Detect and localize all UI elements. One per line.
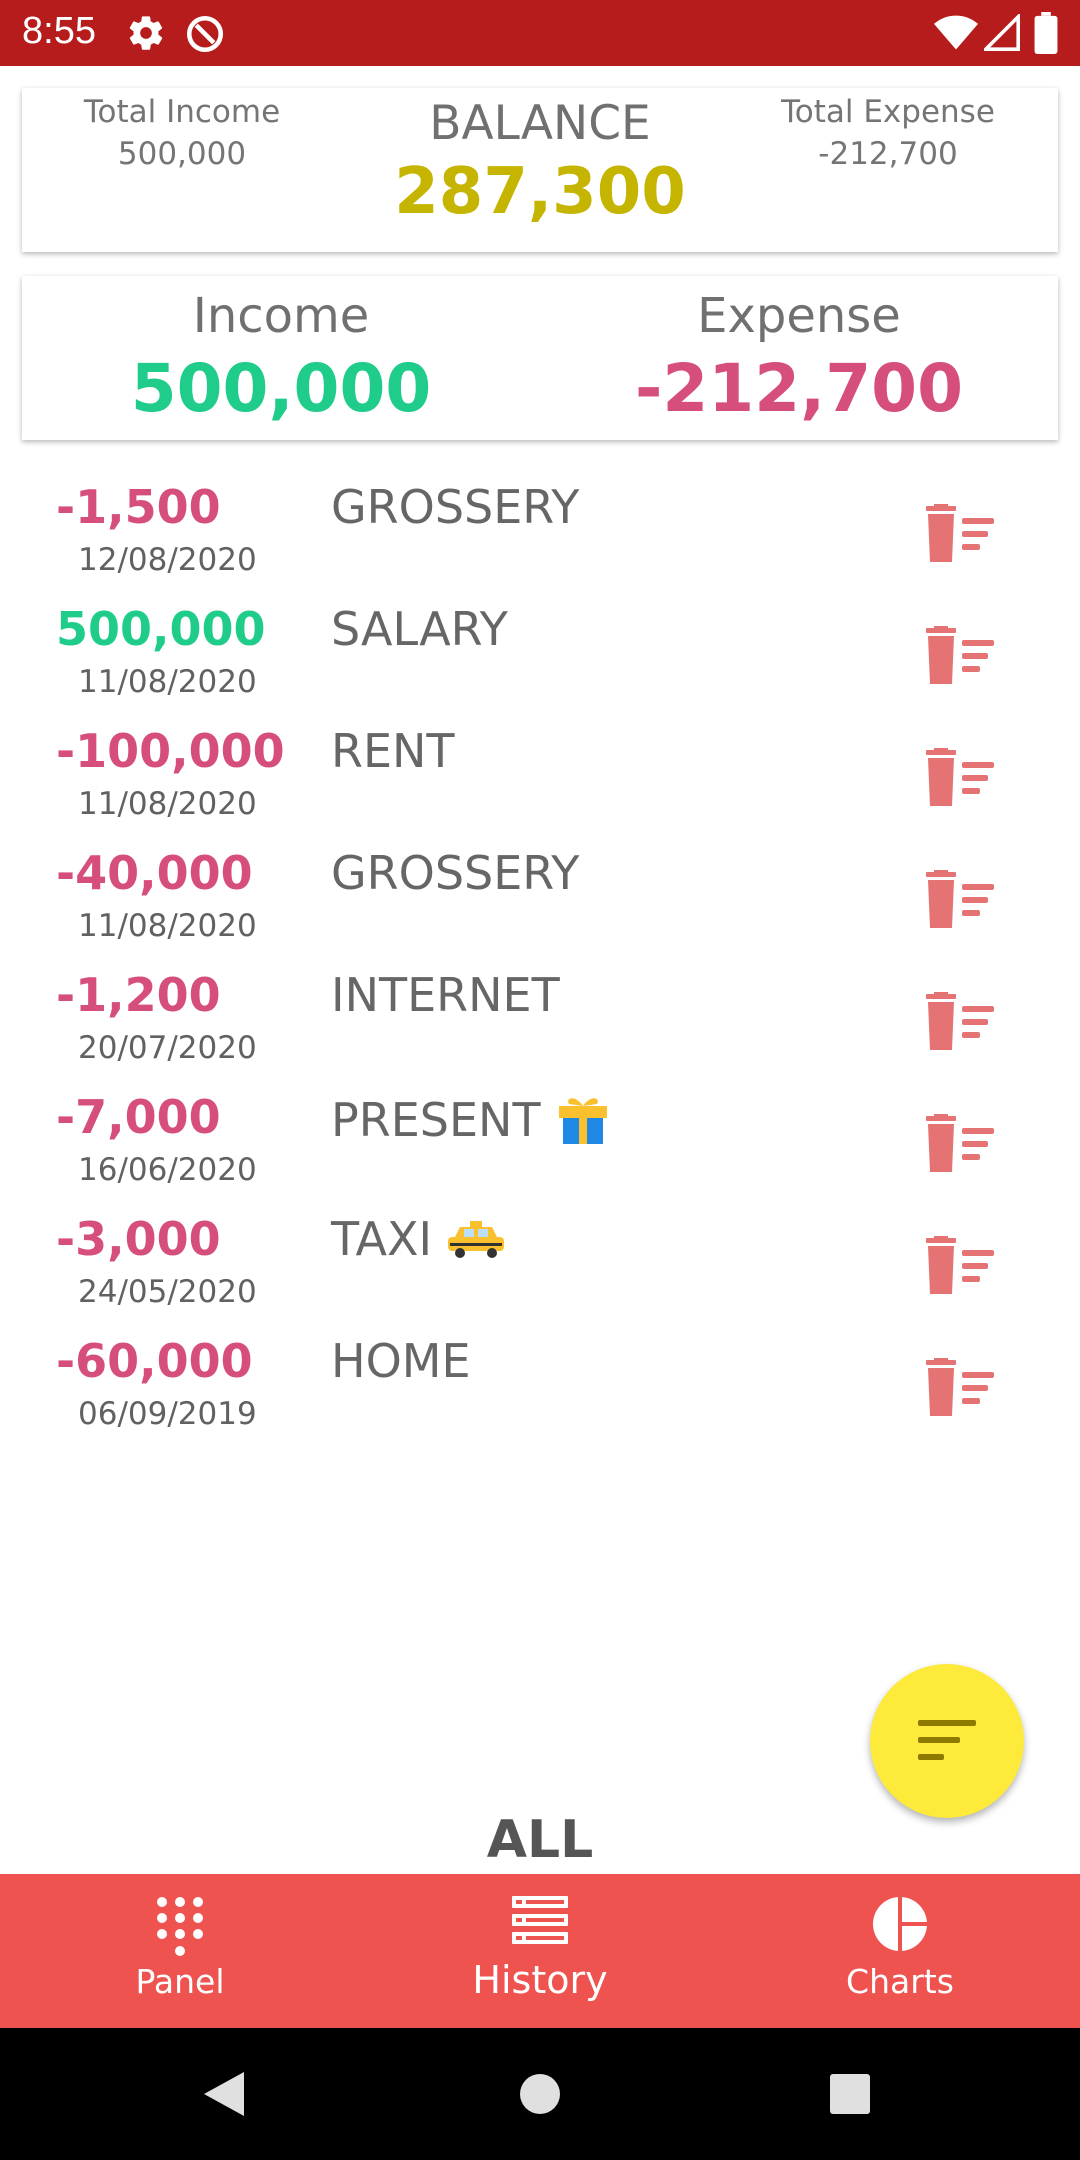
transaction-row[interactable]: -60,000 06/09/2019 HOME (0, 1334, 1080, 1456)
transaction-title-text: PRESENT (331, 1093, 541, 1147)
delete-icon[interactable] (922, 992, 998, 1052)
income-block: Income 500,000 (22, 288, 540, 427)
filter-fab-button[interactable] (870, 1664, 1024, 1818)
list-icon (512, 1896, 568, 1948)
delete-icon[interactable] (922, 504, 998, 564)
balance-label: BALANCE (429, 96, 651, 151)
battery-icon (1034, 12, 1058, 58)
status-bar: 8:55 (0, 0, 1080, 66)
nav-history[interactable]: History (360, 1874, 720, 2028)
data-saver-icon (184, 13, 226, 59)
transaction-title: SALARY (331, 602, 508, 656)
back-icon[interactable] (202, 2070, 246, 2122)
transaction-date: 24/05/2020 (78, 1274, 257, 1310)
nav-history-label: History (472, 1958, 608, 2002)
delete-icon[interactable] (922, 1358, 998, 1418)
income-label: Income (192, 288, 370, 344)
transaction-amount: -1,200 (56, 968, 221, 1022)
transaction-date: 11/08/2020 (78, 908, 257, 944)
total-income-label: Total Income (83, 94, 281, 130)
taxi-icon (446, 1216, 506, 1270)
transaction-amount: -7,000 (56, 1090, 221, 1144)
bottom-nav: Panel History Charts (0, 1874, 1080, 2028)
transaction-row[interactable]: -100,000 11/08/2020 RENT (0, 724, 1080, 846)
transaction-row[interactable]: -1,500 12/08/2020 GROSSERY (0, 480, 1080, 602)
transaction-amount: -40,000 (56, 846, 253, 900)
transaction-row[interactable]: -1,200 20/07/2020 INTERNET (0, 968, 1080, 1090)
status-time: 8:55 (22, 10, 96, 52)
pie-chart-icon (872, 1896, 928, 1956)
nav-panel[interactable]: Panel (0, 1874, 360, 2028)
transaction-row[interactable]: 500,000 11/08/2020 SALARY (0, 602, 1080, 724)
settings-gear-icon (126, 13, 166, 57)
delete-icon[interactable] (922, 748, 998, 808)
transaction-amount: -60,000 (56, 1334, 253, 1388)
total-income-block: Total Income 500,000 (22, 94, 342, 172)
home-icon[interactable] (518, 2072, 562, 2120)
gift-icon (555, 1090, 611, 1157)
transaction-title: HOME (331, 1334, 471, 1388)
balance-block: BALANCE 287,300 (340, 96, 740, 229)
dialpad-icon (155, 1896, 205, 1962)
transaction-row[interactable]: -7,000 16/06/2020 PRESENT (0, 1090, 1080, 1212)
transaction-row[interactable]: -3,000 24/05/2020 TAXI (0, 1212, 1080, 1334)
signal-icon (981, 12, 1020, 56)
transaction-title-text: TAXI (331, 1212, 433, 1266)
nav-charts[interactable]: Charts (720, 1874, 1080, 2028)
nav-charts-label: Charts (846, 1962, 954, 2001)
wifi-icon (934, 14, 978, 56)
transaction-amount: 500,000 (56, 602, 266, 656)
delete-icon[interactable] (922, 1236, 998, 1296)
total-income-value: 500,000 (117, 136, 247, 172)
transaction-date: 12/08/2020 (78, 542, 257, 578)
total-expense-label: Total Expense (781, 94, 995, 130)
transaction-title: GROSSERY (331, 846, 580, 900)
transaction-title: GROSSERY (331, 480, 580, 534)
recents-icon[interactable] (828, 2072, 872, 2120)
transaction-title: RENT (331, 724, 455, 778)
delete-icon[interactable] (922, 870, 998, 930)
transaction-amount: -3,000 (56, 1212, 221, 1266)
system-nav-bar (0, 2028, 1080, 2160)
total-expense-block: Total Expense -212,700 (728, 94, 1048, 172)
filter-label: ALL (486, 1810, 594, 1870)
transaction-date: 11/08/2020 (78, 664, 257, 700)
filter-list-icon (918, 1720, 976, 1760)
income-expense-card: Income 500,000 Expense -212,700 (22, 276, 1058, 440)
balance-value: 287,300 (394, 155, 686, 229)
transaction-date: 16/06/2020 (78, 1152, 257, 1188)
summary-card: Total Income 500,000 BALANCE 287,300 Tot… (22, 88, 1058, 252)
transaction-title: PRESENT (331, 1090, 611, 1157)
transaction-title: TAXI (331, 1212, 506, 1270)
delete-icon[interactable] (922, 626, 998, 686)
income-value: 500,000 (130, 350, 432, 427)
transaction-date: 20/07/2020 (78, 1030, 257, 1066)
transaction-title: INTERNET (331, 968, 560, 1022)
delete-icon[interactable] (922, 1114, 998, 1174)
transaction-date: 11/08/2020 (78, 786, 257, 822)
expense-label: Expense (697, 288, 901, 344)
transaction-amount: -1,500 (56, 480, 221, 534)
transaction-amount: -100,000 (56, 724, 285, 778)
total-expense-value: -212,700 (818, 136, 958, 172)
nav-panel-label: Panel (135, 1962, 225, 2001)
expense-value: -212,700 (634, 350, 963, 427)
transaction-date: 06/09/2019 (78, 1396, 257, 1432)
transaction-row[interactable]: -40,000 11/08/2020 GROSSERY (0, 846, 1080, 968)
expense-block: Expense -212,700 (540, 288, 1058, 427)
